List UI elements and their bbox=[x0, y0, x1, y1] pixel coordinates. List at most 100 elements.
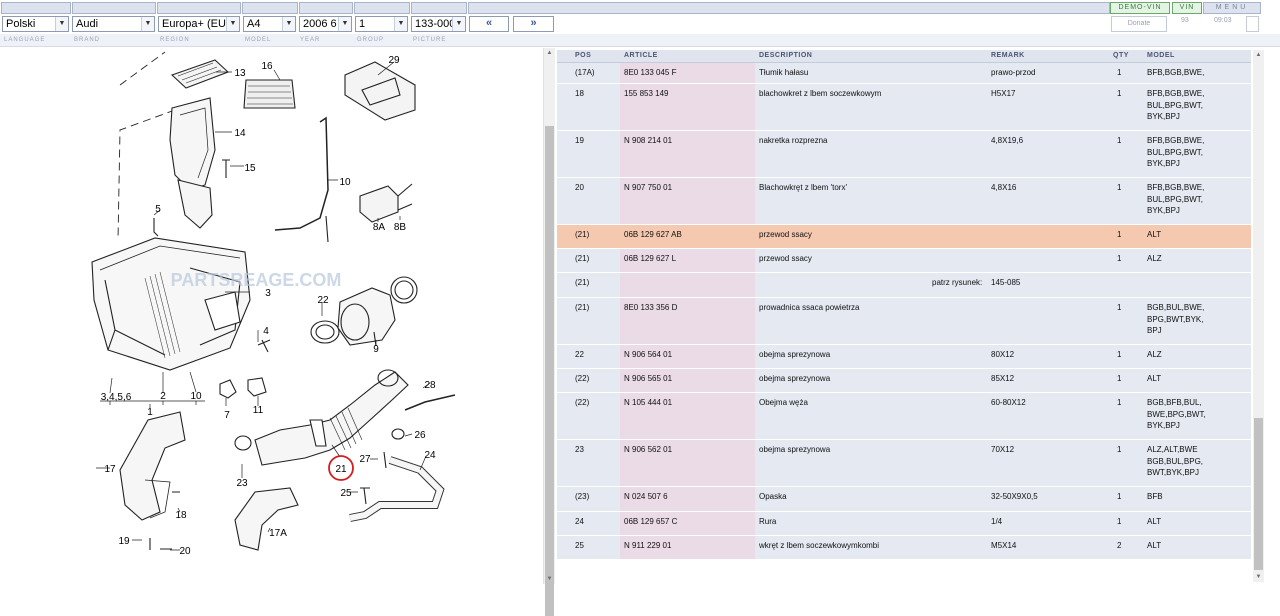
table-row[interactable]: (21) 06B 129 627 AB przewod ssacy 1 ALT bbox=[557, 225, 1251, 249]
callout-3[interactable]: 3 bbox=[265, 288, 271, 299]
callout-11[interactable]: 11 bbox=[253, 405, 264, 416]
table-scrollbar[interactable]: ▲ ▼ bbox=[1253, 50, 1264, 582]
cell-description: Rura bbox=[759, 517, 777, 526]
table-row[interactable]: (22) N 906 565 01 obejma sprezynowa 85X12 1 A… bbox=[557, 369, 1251, 393]
callout-15[interactable]: 15 bbox=[244, 163, 256, 174]
table-row[interactable]: (21) patrz rysunek: 145-085 bbox=[557, 273, 1251, 298]
scroll-thumb[interactable] bbox=[1254, 418, 1263, 570]
model-select[interactable]: A4 ▼ bbox=[243, 16, 296, 32]
callout-22[interactable]: 22 bbox=[317, 295, 329, 306]
callout-7[interactable]: 7 bbox=[224, 410, 230, 421]
cell-qty: 1 bbox=[1117, 89, 1122, 98]
callout-28[interactable]: 28 bbox=[424, 380, 436, 391]
brand-select[interactable]: Audi ▼ bbox=[72, 16, 155, 32]
strip-cell bbox=[299, 2, 353, 14]
callout-26[interactable]: 26 bbox=[414, 430, 426, 441]
table-row[interactable]: 22 N 906 564 01 obejma sprezynowa 80X12 1 ALZ bbox=[557, 345, 1251, 369]
callout-19[interactable]: 19 bbox=[118, 536, 130, 547]
callout-8b[interactable]: 8B bbox=[394, 222, 407, 233]
vin-button[interactable]: VIN bbox=[1172, 2, 1202, 14]
diagram-scrollbar[interactable]: ▲ ▼ bbox=[543, 48, 555, 616]
callout-3456[interactable]: 3,4,5,6 bbox=[101, 392, 132, 403]
cell-article: 06B 129 627 L bbox=[624, 254, 677, 263]
picture-select[interactable]: 133-000 ▼ bbox=[411, 16, 466, 32]
scroll-down-icon[interactable]: ▼ bbox=[544, 574, 555, 584]
language-select[interactable]: Polski ▼ bbox=[2, 16, 69, 32]
demo-vin-button[interactable]: DEMO-VIN bbox=[1110, 2, 1170, 14]
callout-23[interactable]: 23 bbox=[236, 478, 248, 489]
callout-16[interactable]: 16 bbox=[261, 61, 273, 72]
callout-18[interactable]: 18 bbox=[175, 510, 187, 521]
table-row[interactable]: 18 155 853 149 blachowkret z lbem soczewko… bbox=[557, 84, 1251, 131]
cell-description: przewod ssacy bbox=[759, 254, 812, 263]
prev-button[interactable]: « bbox=[469, 16, 509, 32]
table-row[interactable]: (21) 8E0 133 356 D prowadnica ssaca powiet… bbox=[557, 298, 1251, 345]
next-button[interactable]: » bbox=[513, 16, 554, 32]
cell-article: 8E0 133 356 D bbox=[624, 303, 678, 312]
callout-8a[interactable]: 8A bbox=[373, 222, 386, 233]
table-row[interactable]: (22) N 105 444 01 Obejma węża 60-80X12 1 BGB,… bbox=[557, 393, 1251, 440]
cell-qty: 1 bbox=[1117, 183, 1122, 192]
region-select[interactable]: Europa+ (EU) ▼ bbox=[158, 16, 240, 32]
callout-29[interactable]: 29 bbox=[388, 55, 400, 66]
cell-description: Blachowkręt z lbem 'torx' bbox=[759, 183, 847, 192]
small-box[interactable] bbox=[1246, 16, 1259, 32]
label-picture: PICTURE bbox=[413, 37, 447, 43]
region-value: Europa+ (EU) bbox=[162, 18, 230, 30]
cell-qty: 1 bbox=[1117, 374, 1122, 383]
col-model: MODEL bbox=[1147, 52, 1175, 59]
cell-description: Opaska bbox=[759, 492, 787, 501]
table-row[interactable]: (21) 06B 129 627 L przewod ssacy 1 ALZ bbox=[557, 249, 1251, 273]
callout-24[interactable]: 24 bbox=[424, 450, 436, 461]
scroll-thumb[interactable] bbox=[545, 126, 554, 616]
callout-2[interactable]: 2 bbox=[160, 391, 166, 402]
chevron-down-icon: ▼ bbox=[452, 17, 465, 31]
cell-description: blachowkret z lbem soczewkowym bbox=[759, 89, 882, 98]
table-row[interactable]: 20 N 907 750 01 Blachowkręt z lbem 'torx' 4… bbox=[557, 178, 1251, 225]
parts-diagram[interactable]: PARTSREAGE.COM 13 16 29 14 15 10 5 8A 8B… bbox=[0, 48, 542, 584]
callout-17[interactable]: 17 bbox=[104, 464, 116, 475]
callout-9[interactable]: 9 bbox=[373, 344, 379, 355]
table-row[interactable]: 24 06B 129 657 C Rura 1/4 1 ALT bbox=[557, 512, 1251, 536]
group-select[interactable]: 1 ▼ bbox=[355, 16, 408, 32]
callout-13[interactable]: 13 bbox=[234, 68, 246, 79]
callout-4[interactable]: 4 bbox=[263, 326, 269, 337]
labels-row bbox=[0, 34, 1280, 47]
year-value: 2006 6 bbox=[303, 18, 337, 30]
cell-model: ALZ bbox=[1147, 254, 1162, 263]
callout-10[interactable]: 10 bbox=[339, 177, 351, 188]
cell-description: Obejma węża bbox=[759, 398, 808, 407]
chevron-down-icon: ▼ bbox=[282, 17, 295, 31]
menu-button[interactable]: MENU bbox=[1203, 2, 1261, 14]
table-row[interactable]: 25 N 911 229 01 wkręt z lbem soczewkowymko… bbox=[557, 536, 1251, 560]
callout-1[interactable]: 1 bbox=[147, 407, 153, 418]
see-picture-link[interactable]: 145-085 bbox=[991, 277, 1020, 289]
cell-description: obejma sprezynowa bbox=[759, 445, 831, 454]
cell-model: ALT bbox=[1147, 374, 1162, 383]
scroll-down-icon[interactable]: ▼ bbox=[1253, 572, 1264, 582]
cell-model: BFB,BGB,BWE, BUL,BPG,BWT, BYK,BPJ bbox=[1147, 136, 1205, 168]
table-row[interactable]: 19 N 908 214 01 nakretka rozprezna 4,8X19,6… bbox=[557, 131, 1251, 178]
cell-model: BFB,BGB,BWE, BUL,BPG,BWT, BYK,BPJ bbox=[1147, 183, 1205, 215]
table-row[interactable]: (23) N 024 507 6 Opaska 32-50X9X0,5 1 BFB bbox=[557, 487, 1251, 512]
cell-qty: 2 bbox=[1117, 541, 1122, 550]
callout-10b[interactable]: 10 bbox=[190, 391, 202, 402]
donate-button[interactable]: Donate bbox=[1111, 16, 1167, 32]
callout-20[interactable]: 20 bbox=[179, 546, 191, 557]
strip-cell bbox=[1, 2, 71, 14]
strip-cell bbox=[242, 2, 298, 14]
year-select[interactable]: 2006 6 ▼ bbox=[299, 16, 352, 32]
scroll-up-icon[interactable]: ▲ bbox=[544, 48, 555, 58]
callout-17a[interactable]: 17A bbox=[269, 528, 287, 539]
callout-14[interactable]: 14 bbox=[234, 128, 246, 139]
callout-5[interactable]: 5 bbox=[155, 204, 161, 215]
callout-21[interactable]: 21 bbox=[335, 464, 347, 475]
scroll-up-icon[interactable]: ▲ bbox=[1253, 50, 1264, 60]
callout-27[interactable]: 27 bbox=[359, 454, 371, 465]
cell-remark: 60-80X12 bbox=[991, 398, 1026, 407]
callout-25[interactable]: 25 bbox=[340, 488, 352, 499]
picture-value: 133-000 bbox=[415, 18, 456, 30]
table-row[interactable]: 23 N 906 562 01 obejma sprezynowa 70X12 1 ALZ… bbox=[557, 440, 1251, 487]
table-row[interactable]: (17A) 8E0 133 045 F Tłumik hałasu prawo-prz… bbox=[557, 63, 1251, 84]
cell-remark: 80X12 bbox=[991, 350, 1015, 359]
